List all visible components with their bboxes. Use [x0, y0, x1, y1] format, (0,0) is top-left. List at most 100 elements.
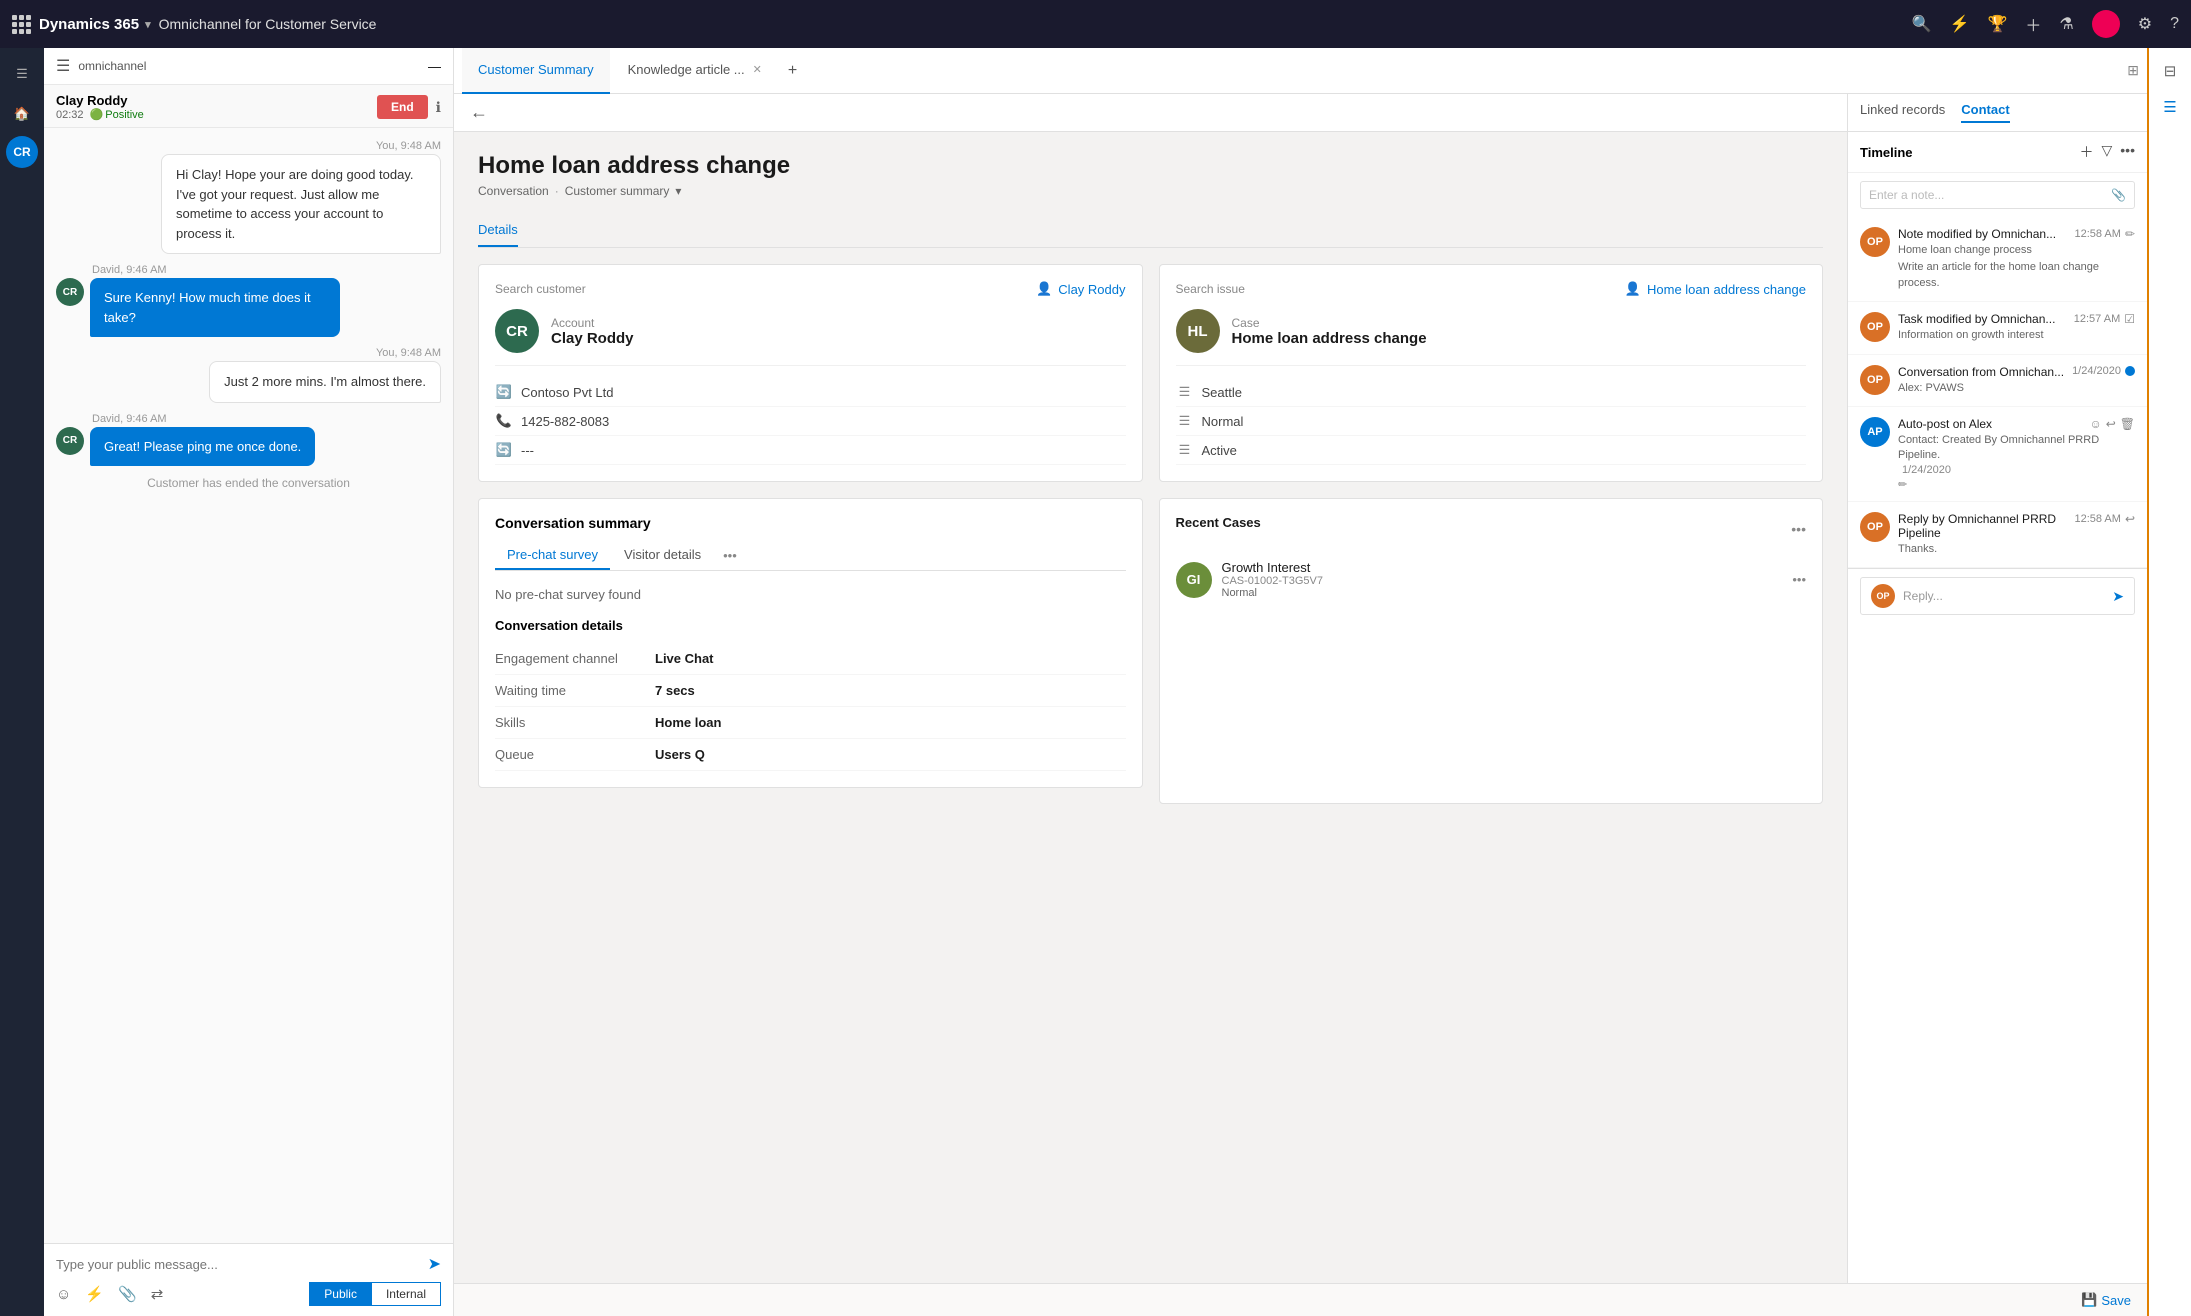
- brand-logo[interactable]: Dynamics 365 ▾: [39, 16, 151, 33]
- add-icon[interactable]: ＋: [2025, 12, 2041, 36]
- message-bubble: Just 2 more mins. I'm almost there.: [209, 361, 441, 403]
- info-icon[interactable]: ℹ: [436, 99, 441, 116]
- end-button[interactable]: End: [377, 95, 428, 119]
- timeline-more-icon[interactable]: •••: [2120, 142, 2135, 162]
- case-item: GI Growth Interest CAS-01002-T3G5V7 Norm…: [1176, 550, 1807, 609]
- timeline-add-icon[interactable]: ＋: [2080, 142, 2094, 162]
- breadcrumb-separator: ·: [555, 184, 559, 198]
- collapse-panel-icon[interactable]: ⊞: [2127, 62, 2139, 79]
- tl-desc-3a: Alex: PVAWS: [1898, 381, 2135, 396]
- case-avatar: HL: [1176, 309, 1220, 353]
- tl-action-1[interactable]: ✏: [2125, 227, 2135, 241]
- case-card: Search issue 👤 Home loan address change …: [1159, 264, 1824, 482]
- msg-time: You, 9:48 AM: [161, 140, 441, 152]
- tab-linked-records[interactable]: Linked records: [1860, 102, 1945, 123]
- status-icon: ☰: [1176, 442, 1194, 458]
- tab-knowledge-article[interactable]: Knowledge article ... ✕: [612, 48, 778, 94]
- conv-detail-queue: Queue Users Q: [495, 739, 1126, 771]
- timeline-content-5: Reply by Omnichannel PRRD Pipeline 12:58…: [1898, 512, 2135, 557]
- timeline-filter-icon[interactable]: ▽: [2102, 142, 2113, 162]
- send-icon[interactable]: ➤: [428, 1254, 441, 1274]
- timeline-title: Timeline: [1860, 145, 1913, 160]
- conv-menu-icon[interactable]: ☰: [56, 56, 70, 76]
- system-message: Customer has ended the conversation: [56, 476, 441, 490]
- public-mode-button[interactable]: Public: [309, 1282, 372, 1306]
- home-icon[interactable]: 🏠: [4, 96, 40, 132]
- case-item-id: CAS-01002-T3G5V7: [1222, 575, 1783, 587]
- trophy-icon[interactable]: 🏆: [1987, 14, 2007, 34]
- emoji-icon[interactable]: ☺: [56, 1286, 71, 1303]
- location-field: ☰ Seattle: [1176, 378, 1807, 407]
- copilot-icon[interactable]: ⚡: [1950, 14, 1970, 34]
- quick-reply-icon[interactable]: ⚡: [85, 1285, 104, 1303]
- conv-summary-tabs: Pre-chat survey Visitor details •••: [495, 541, 1126, 571]
- customer-search-value: 👤 Clay Roddy: [1036, 281, 1125, 297]
- timeline-item-5: OP Reply by Omnichannel PRRD Pipeline 12…: [1848, 502, 2147, 568]
- breadcrumb-chevron-icon: ▾: [675, 184, 681, 198]
- tl-emoji-icon[interactable]: ☺: [2089, 417, 2101, 431]
- reply-input-box[interactable]: OP Reply... ➤: [1860, 577, 2135, 615]
- help-icon[interactable]: ?: [2170, 15, 2179, 33]
- tl-delete-icon[interactable]: 🗑: [2120, 417, 2135, 431]
- tl-reply-icon[interactable]: ↩: [2106, 417, 2116, 431]
- tl-time-3: 1/24/2020: [2072, 365, 2121, 377]
- tab-pre-chat[interactable]: Pre-chat survey: [495, 541, 610, 570]
- save-button[interactable]: 💾 Save: [2081, 1292, 2131, 1308]
- right-panel-content: Timeline ＋ ▽ ••• Enter a note... 📎: [1848, 132, 2147, 1283]
- sentiment-badge: 🟢 Positive: [90, 108, 144, 121]
- conv-channel-header: ☰ omnichannel —: [44, 48, 453, 85]
- settings-icon[interactable]: ⚙: [2138, 14, 2152, 34]
- tab-contact[interactable]: Contact: [1961, 102, 2009, 123]
- case-item-more-icon[interactable]: •••: [1792, 572, 1806, 587]
- tl-desc-2a: Information on growth interest: [1898, 328, 2135, 343]
- timeline-content-1: Note modified by Omnichan... 12:58 AM ✏ …: [1898, 227, 2135, 291]
- session-badge[interactable]: CR: [6, 136, 38, 168]
- user-avatar[interactable]: [2092, 10, 2120, 38]
- tl-action-5[interactable]: ↩: [2125, 512, 2135, 526]
- message-input[interactable]: [56, 1257, 420, 1272]
- tab-visitor-details[interactable]: Visitor details: [612, 541, 713, 570]
- chat-input-area: ➤ ☺ ⚡ 📎 ⇄ Public Internal: [44, 1243, 453, 1316]
- note-input-area[interactable]: Enter a note... 📎: [1860, 181, 2135, 209]
- tl-desc-4a: Contact: Created By Omnichannel PRRD Pip…: [1898, 433, 2135, 464]
- tab-close-icon[interactable]: ✕: [753, 63, 762, 76]
- conv-collapse-icon[interactable]: —: [428, 59, 441, 74]
- customer-name-link[interactable]: Clay Roddy: [1058, 282, 1125, 297]
- location-icon: ☰: [1176, 384, 1194, 400]
- tab-details[interactable]: Details: [478, 214, 518, 247]
- status-value: Active: [1202, 443, 1237, 458]
- app-launcher-icon[interactable]: [12, 15, 31, 34]
- add-tab-button[interactable]: +: [780, 62, 805, 80]
- conv-details-title: Conversation details: [495, 618, 1126, 633]
- reply-send-icon[interactable]: ➤: [2112, 588, 2124, 605]
- extra-field: 🔄 ---: [495, 436, 1126, 465]
- expand-panel-icon[interactable]: ⊟: [2158, 56, 2183, 86]
- message-group-1: You, 9:48 AM Hi Clay! Hope your are doin…: [161, 140, 441, 254]
- hamburger-menu[interactable]: ☰: [4, 56, 40, 92]
- back-button[interactable]: ←: [470, 102, 488, 123]
- tl-action-3: [2125, 366, 2135, 376]
- msg-time: David, 9:46 AM: [92, 413, 441, 425]
- list-panel-icon[interactable]: ☰: [2157, 92, 2182, 122]
- attach-icon[interactable]: 📎: [118, 1285, 137, 1303]
- filter-icon[interactable]: ⚗: [2059, 14, 2073, 34]
- conversation-panel: ☰ omnichannel — Clay Roddy 02:32 🟢 Posit…: [44, 48, 454, 1316]
- timeline-header: Timeline ＋ ▽ •••: [1848, 132, 2147, 173]
- company-field: 🔄 Contoso Pvt Ltd: [495, 378, 1126, 407]
- message-group-4: David, 9:46 AM CR Great! Please ping me …: [56, 413, 441, 467]
- more-tabs-icon[interactable]: •••: [715, 542, 745, 569]
- tab-customer-summary[interactable]: Customer Summary: [462, 48, 610, 94]
- internal-mode-button[interactable]: Internal: [372, 1282, 441, 1306]
- search-icon[interactable]: 🔍: [1912, 14, 1932, 34]
- recent-cases-more-icon[interactable]: •••: [1791, 521, 1806, 537]
- note-attach-icon[interactable]: 📎: [2111, 188, 2126, 202]
- customer-name: Clay Roddy: [56, 93, 144, 108]
- chat-messages: You, 9:48 AM Hi Clay! Hope your are doin…: [44, 128, 453, 1243]
- phone-icon: 📞: [495, 413, 513, 429]
- case-name-link[interactable]: Home loan address change: [1647, 282, 1806, 297]
- reply-area: OP Reply... ➤: [1848, 568, 2147, 623]
- priority-icon: ☰: [1176, 413, 1194, 429]
- tl-action-2[interactable]: ☑: [2124, 312, 2135, 326]
- transfer-icon[interactable]: ⇄: [151, 1285, 164, 1303]
- timeline-item-4: AP Auto-post on Alex ☺ ↩ 🗑 Contact: Cr: [1848, 407, 2147, 502]
